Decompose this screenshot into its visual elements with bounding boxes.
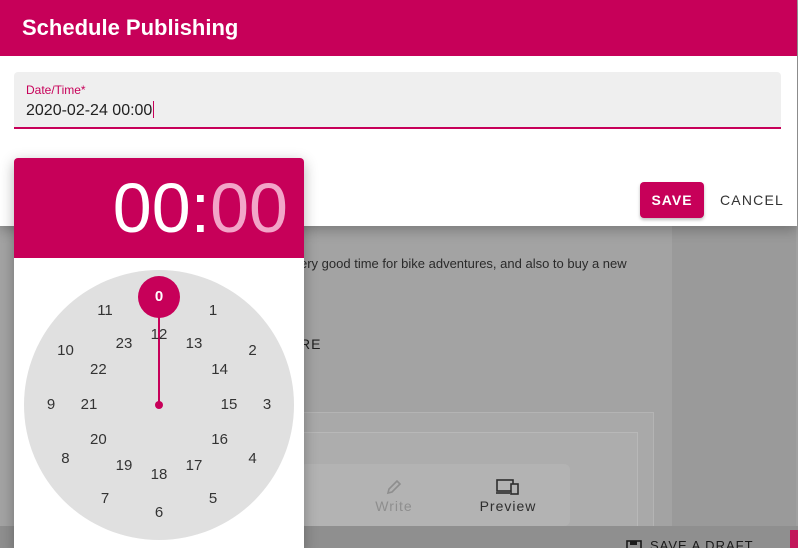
clock-hour-17[interactable]: 17	[179, 456, 209, 476]
pencil-icon	[386, 479, 402, 495]
clock-face[interactable]: 0 1 2 3 4 5 6 7 8 9 10 11 12 13 14 15 16 17 18 19 20 21 22 23	[24, 270, 294, 540]
text-caret	[153, 101, 155, 118]
post-excerpt: ery good time for bike adventures, and a…	[300, 256, 627, 271]
save-draft-label: SAVE A DRAFT	[650, 538, 754, 548]
minute-display[interactable]: 00	[210, 169, 288, 247]
clock-hour-20[interactable]: 20	[83, 430, 113, 450]
clock-hour-4[interactable]: 4	[238, 449, 268, 469]
clock-hour-3[interactable]: 3	[252, 395, 282, 415]
clock-hour-6[interactable]: 6	[144, 503, 174, 523]
clock-hour-12[interactable]: 12	[144, 325, 174, 345]
tab-preview-label: Preview	[479, 498, 537, 514]
clock-hour-7[interactable]: 7	[90, 489, 120, 509]
datetime-field[interactable]: Date/Time* 2020-02-24 00:00	[14, 72, 781, 129]
hour-display[interactable]: 00	[113, 169, 191, 247]
dialog-title: Schedule Publishing	[22, 15, 239, 40]
datetime-label: Date/Time*	[26, 83, 86, 97]
tab-write[interactable]: Write	[359, 478, 429, 514]
clock-hour-15[interactable]: 15	[214, 395, 244, 415]
clock-hour-18[interactable]: 18	[144, 465, 174, 485]
save-draft-button[interactable]: SAVE A DRAFT	[626, 538, 754, 548]
clock-hour-14[interactable]: 14	[205, 360, 235, 380]
datetime-value: 2020-02-24 00:00	[26, 102, 153, 119]
editor-sidebar	[672, 226, 796, 526]
clock-hour-8[interactable]: 8	[50, 449, 80, 469]
clock-hour-9[interactable]: 9	[36, 395, 66, 415]
save-icon	[626, 539, 642, 548]
clock-hour-22[interactable]: 22	[83, 360, 113, 380]
tab-preview[interactable]: Preview	[473, 478, 543, 514]
clock-hour-10[interactable]: 10	[50, 341, 80, 361]
publish-button-edge[interactable]	[790, 530, 798, 548]
tab-write-label: Write	[375, 498, 413, 514]
save-button[interactable]: SAVE	[640, 182, 704, 218]
clock-hour-0[interactable]: 0	[144, 287, 174, 307]
devices-icon	[496, 479, 519, 495]
time-picker-header: 00:00	[14, 158, 304, 258]
clock-hour-21[interactable]: 21	[74, 395, 104, 415]
cancel-button[interactable]: CANCEL	[714, 182, 790, 218]
time-separator: :	[190, 169, 211, 247]
clock-hour-11[interactable]: 11	[90, 301, 120, 321]
clock-hour-23[interactable]: 23	[109, 334, 139, 354]
clock-hour-1[interactable]: 1	[198, 301, 228, 321]
datetime-input[interactable]: 2020-02-24 00:00	[26, 101, 155, 120]
clock-hour-2[interactable]: 2	[238, 341, 268, 361]
time-display: 00:00	[113, 168, 288, 248]
time-picker: 00:00 0 1 2 3 4 5 6 7 8 9 10 11 12 13 14 15 16 17 18 19 20 21…	[14, 158, 304, 548]
dialog-header: Schedule Publishing	[0, 0, 797, 56]
clock-hour-16[interactable]: 16	[205, 430, 235, 450]
clock-hour-5[interactable]: 5	[198, 489, 228, 509]
clock-hour-19[interactable]: 19	[109, 456, 139, 476]
clock-hour-13[interactable]: 13	[179, 334, 209, 354]
